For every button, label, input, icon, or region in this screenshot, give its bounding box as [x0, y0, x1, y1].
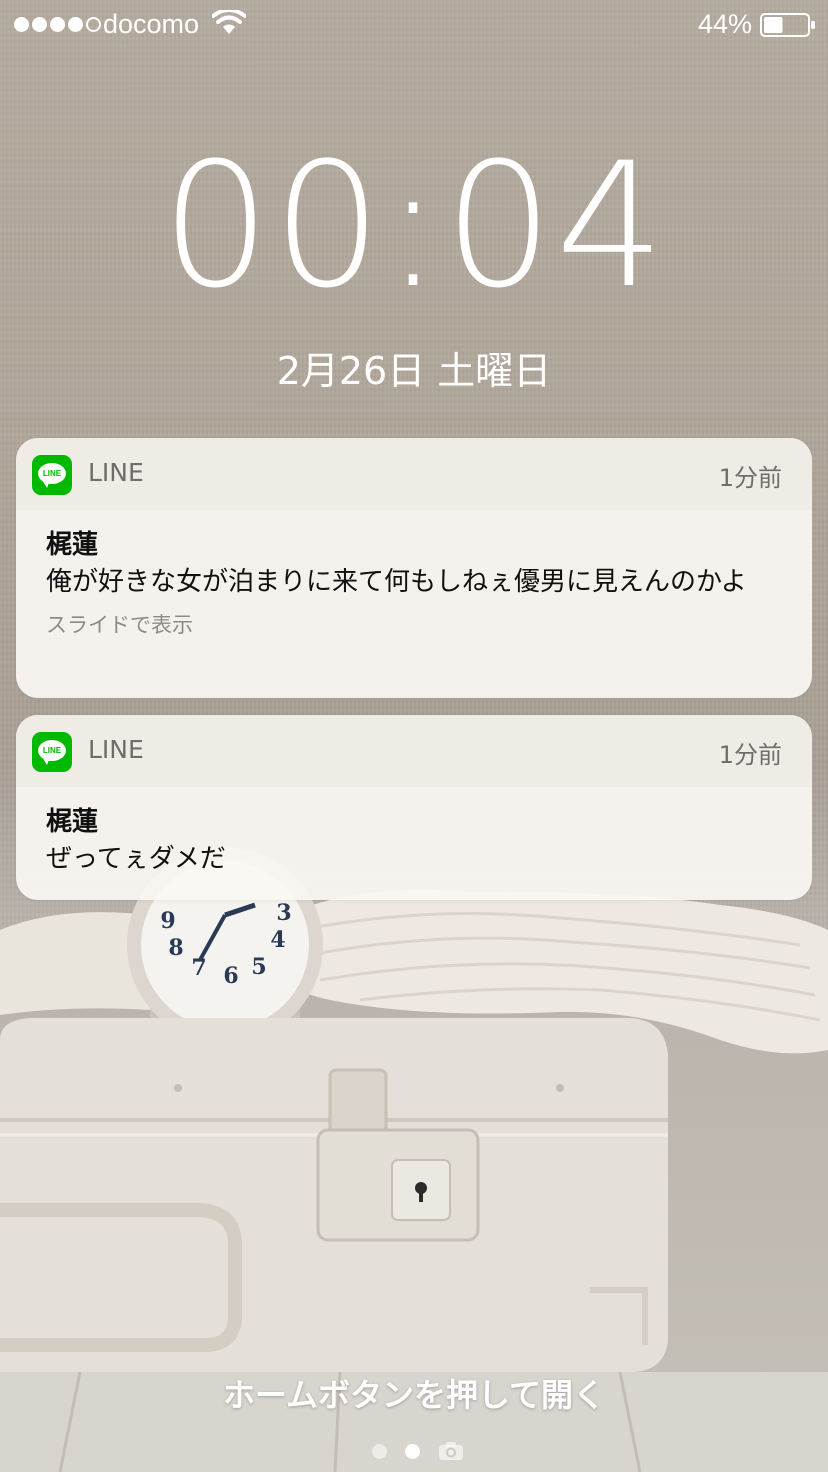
- page-dot-active: [405, 1444, 420, 1459]
- svg-text:3: 3: [276, 900, 291, 926]
- page-indicator[interactable]: [370, 1440, 470, 1464]
- battery-percentage: 44%: [698, 9, 753, 39]
- slide-to-view-hint: スライドで表示: [46, 613, 193, 637]
- notification-card[interactable]: LINE LINE 1分前 梶蓮 ぜってぇダメだ: [16, 715, 812, 900]
- lock-screen-date: 2月26日 土曜日: [276, 349, 552, 393]
- notification-sender: 梶蓮: [46, 807, 99, 837]
- notification-body: 梶蓮 ぜってぇダメだ: [16, 787, 812, 878]
- notification-app-name: LINE: [88, 735, 144, 764]
- notification-message: ぜってぇダメだ: [46, 844, 226, 874]
- status-bar: docomo 44%: [0, 0, 828, 50]
- carrier-name: docomo: [103, 9, 200, 39]
- camera-icon[interactable]: [438, 1441, 464, 1461]
- notification-app-name: LINE: [88, 458, 144, 487]
- notification-time: 1分前: [718, 464, 782, 492]
- lock-screen-time: 00:04: [161, 125, 667, 326]
- svg-text:6: 6: [223, 963, 238, 989]
- suitcase-illustration: [0, 1018, 668, 1372]
- press-home-to-open-hint: ホームボタンを押して開く: [222, 1376, 606, 1414]
- battery-icon: [760, 13, 815, 37]
- signal-dot: [14, 17, 29, 32]
- notification-card[interactable]: LINE LINE 1分前 梶蓮 俺が好きな女が泊まりに来て何もしねぇ優男に見え…: [16, 438, 812, 698]
- svg-text:8: 8: [168, 935, 183, 961]
- svg-text:9: 9: [160, 908, 175, 934]
- line-app-icon: LINE: [32, 455, 72, 495]
- svg-text:4: 4: [270, 927, 285, 953]
- page-dot: [372, 1444, 387, 1459]
- signal-dot: [50, 17, 65, 32]
- signal-dot: [68, 17, 83, 32]
- signal-dot-empty: [86, 17, 101, 32]
- notification-body: 梶蓮 俺が好きな女が泊まりに来て何もしねぇ優男に見えんのかよ スライドで表示: [16, 510, 812, 639]
- notification-sender: 梶蓮: [46, 530, 99, 560]
- notification-message: 俺が好きな女が泊まりに来て何もしねぇ優男に見えんのかよ: [46, 567, 747, 597]
- line-app-icon: LINE: [32, 732, 72, 772]
- cellular-signal-icon: [14, 17, 101, 32]
- notification-time: 1分前: [718, 741, 782, 769]
- signal-dot: [32, 17, 47, 32]
- wifi-icon: [212, 10, 246, 34]
- svg-text:5: 5: [251, 954, 266, 980]
- notification-header: LINE LINE 1分前: [16, 438, 812, 510]
- notification-header: LINE LINE 1分前: [16, 715, 812, 787]
